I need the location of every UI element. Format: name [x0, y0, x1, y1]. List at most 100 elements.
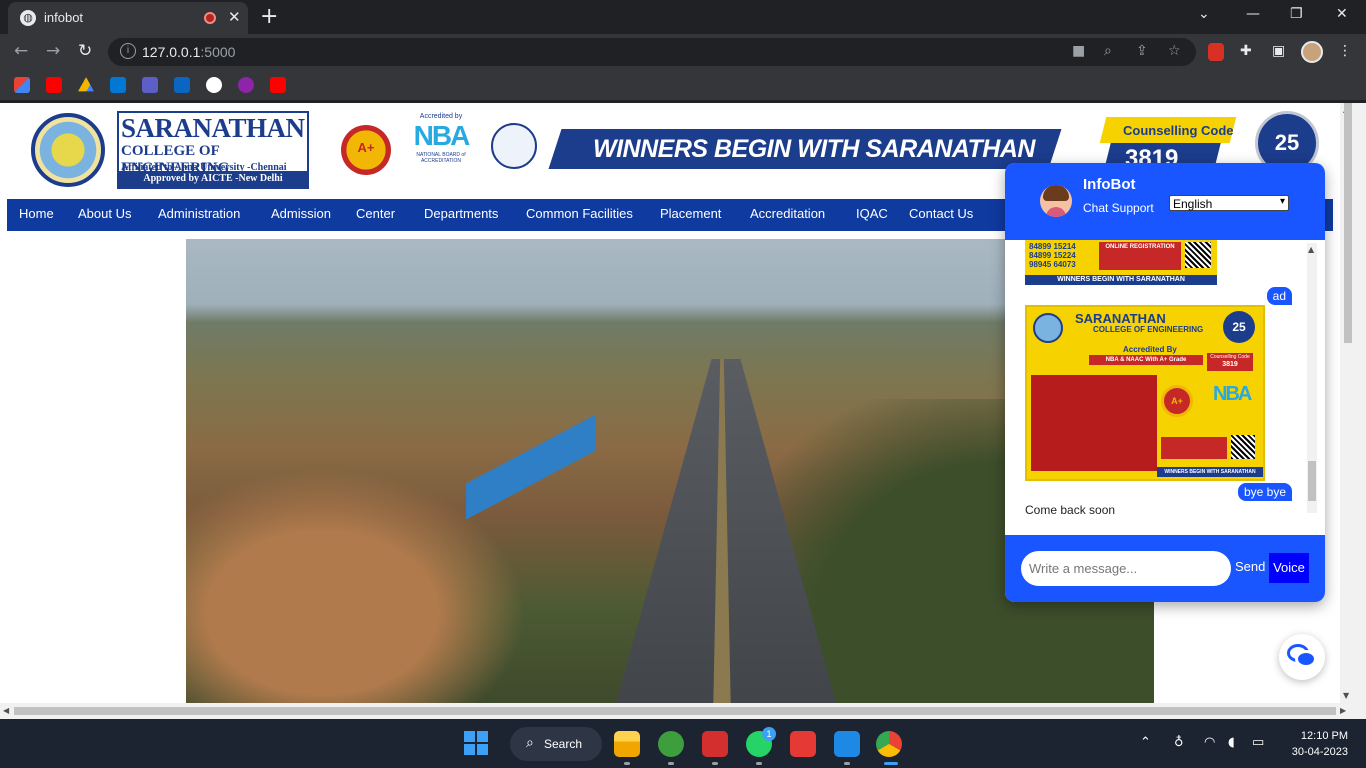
youtube-icon[interactable] — [46, 77, 62, 93]
college-name: SARANATHAN — [121, 113, 305, 143]
extensions-puzzle-icon[interactable]: ✚ — [1240, 43, 1252, 59]
page-vertical-scrollbar[interactable]: ▲ ▼ — [1340, 103, 1366, 703]
wo-office-icon[interactable] — [790, 731, 816, 757]
nav-accreditation[interactable]: Accreditation — [750, 206, 825, 221]
nav-center[interactable]: Center — [356, 206, 395, 221]
app-u-icon[interactable] — [238, 77, 254, 93]
new-tab-button[interactable]: + — [260, 4, 278, 29]
voice-button[interactable]: Voice — [1269, 553, 1309, 583]
address-bar[interactable]: i 127.0.0.1:5000 ■ ⌕ ⇪ ☆ — [108, 38, 1196, 66]
chrome-icon[interactable] — [876, 731, 902, 757]
university-seal-logo — [491, 123, 537, 169]
vscode-icon[interactable] — [834, 731, 860, 757]
college-seal-logo[interactable] — [31, 113, 105, 187]
user-message: ad — [1266, 287, 1292, 305]
chat-scrollbar[interactable]: ▲ — [1307, 243, 1317, 513]
restore-icon[interactable]: ❐ — [1290, 6, 1303, 22]
site-info-icon[interactable]: i — [120, 43, 136, 59]
bot-avatar — [1040, 185, 1072, 217]
language-select[interactable]: English ▾ — [1169, 195, 1289, 211]
bot-name: InfoBot — [1083, 176, 1136, 193]
nav-about-us[interactable]: About Us — [78, 206, 131, 221]
nav-iqac[interactable]: IQAC — [856, 206, 888, 221]
side-panel-icon[interactable]: ▣ — [1272, 43, 1285, 59]
share-icon[interactable]: ⇪ — [1136, 43, 1148, 59]
system-clock[interactable]: 12:10 PM 30-04-2023 — [1286, 728, 1348, 760]
scroll-left-arrow-icon[interactable]: ◀ — [3, 706, 9, 715]
nav-admission[interactable]: Admission — [271, 206, 331, 221]
nba-top-text: Accredited by — [419, 113, 463, 120]
scroll-down-arrow-icon[interactable]: ▼ — [1343, 691, 1349, 700]
close-tab-icon[interactable]: ✕ — [228, 8, 241, 26]
nav-common-facilities[interactable]: Common Facilities — [526, 206, 633, 221]
tab-search-chevron-icon[interactable]: ⌄ — [1198, 6, 1210, 22]
page-hscroll-thumb[interactable] — [14, 707, 1336, 715]
nav-placement[interactable]: Placement — [660, 206, 721, 221]
globe-icon: ◍ — [20, 10, 36, 26]
profile-avatar[interactable] — [1301, 41, 1323, 63]
running-indicator — [624, 762, 630, 765]
app-leaf-icon[interactable] — [658, 731, 684, 757]
wps-office-icon[interactable] — [702, 731, 728, 757]
bookmark-star-icon[interactable]: ☆ — [1168, 43, 1181, 59]
admission-poster[interactable]: SARANATHAN COLLEGE OF ENGINEERING 25 Acc… — [1025, 305, 1265, 481]
forward-arrow-icon[interactable]: → — [46, 41, 60, 61]
google-icon[interactable] — [206, 77, 222, 93]
tab-title: infobot — [44, 10, 84, 25]
linkedin-icon[interactable] — [174, 77, 190, 93]
google-drive-icon[interactable] — [78, 77, 94, 92]
nav-departments[interactable]: Departments — [424, 206, 498, 221]
page-scroll-thumb[interactable] — [1344, 103, 1352, 343]
chevron-down-icon: ▾ — [1279, 196, 1285, 207]
poster-accreditation: NBA & NAAC With A+ Grade — [1089, 355, 1203, 365]
microphone-icon[interactable]: ♁ — [1174, 735, 1184, 750]
college-brand[interactable]: SARANATHAN COLLEGE OF ENGINEERING Affili… — [117, 111, 309, 189]
chat-scroll-thumb[interactable] — [1308, 461, 1316, 501]
camera-icon[interactable]: ■ — [1072, 43, 1085, 59]
taskbar-search[interactable]: ⌕ Search — [510, 727, 602, 761]
battery-icon[interactable]: ▭ — [1252, 735, 1264, 750]
volume-icon[interactable]: ◖ — [1228, 735, 1235, 750]
send-button[interactable]: Send — [1235, 559, 1265, 574]
nav-home[interactable]: Home — [19, 206, 54, 221]
scroll-right-arrow-icon[interactable]: ▶ — [1340, 706, 1346, 715]
back-arrow-icon[interactable]: ← — [14, 41, 28, 61]
search-icon: ⌕ — [526, 735, 534, 751]
poster-footer: WINNERS BEGIN WITH SARANATHAN — [1157, 467, 1263, 477]
message-input[interactable]: Write a message... — [1021, 551, 1231, 586]
running-indicator — [756, 762, 762, 765]
browser-tab[interactable]: ◍ infobot ✕ — [8, 2, 248, 34]
nav-administration[interactable]: Administration — [158, 206, 240, 221]
clock-date: 30-04-2023 — [1291, 746, 1348, 758]
windows-start-icon[interactable] — [464, 731, 488, 755]
nav-contact-us[interactable]: Contact Us — [909, 206, 973, 221]
menu-dots-icon[interactable]: ⋮ — [1338, 43, 1352, 59]
youtube-icon[interactable] — [270, 77, 286, 93]
page-horizontal-scrollbar[interactable]: ◀ ▶ — [0, 703, 1366, 719]
file-explorer-icon[interactable] — [614, 731, 640, 757]
zoom-icon[interactable]: ⌕ — [1104, 43, 1112, 59]
reload-icon[interactable]: ↻ — [78, 41, 92, 61]
chat-scroll-up-icon[interactable]: ▲ — [1308, 245, 1314, 254]
qr-code-icon — [1231, 435, 1255, 459]
show-hidden-icons-chevron-icon[interactable]: ⌃ — [1140, 735, 1151, 750]
chat-messages[interactable]: 84899 15214 84899 15224 98945 64073 ONLI… — [1005, 240, 1325, 535]
counselling-label: Counselling Code — [1123, 123, 1234, 138]
active-indicator — [884, 762, 898, 765]
qr-code-icon — [1185, 242, 1211, 268]
minimize-icon[interactable]: — — [1246, 6, 1260, 22]
windows-taskbar: ⌕ Search 1 ⌃ ♁ ◠ ◖ ▭ 12:10 PM 30-04-2023 — [0, 719, 1366, 768]
close-window-icon[interactable]: ✕ — [1336, 6, 1348, 22]
nba-logo-text: NBA — [413, 120, 471, 151]
clock-time: 12:10 PM — [1300, 730, 1348, 742]
browser-toolbar: ← → ↻ i 127.0.0.1:5000 ■ ⌕ ⇪ ☆ ✚ ▣ ⋮ — [0, 34, 1366, 70]
wifi-icon[interactable]: ◠ — [1204, 735, 1215, 750]
extension-red-icon[interactable] — [1208, 43, 1224, 61]
language-value: English — [1173, 197, 1213, 211]
outlook-icon[interactable] — [110, 77, 126, 93]
poster-anniversary-badge: 25 — [1223, 311, 1255, 343]
poster-accredited: Accredited By — [1123, 345, 1177, 354]
chat-toggle-button[interactable] — [1279, 634, 1325, 680]
gmail-icon[interactable] — [14, 77, 30, 93]
teams-icon[interactable] — [142, 77, 158, 93]
